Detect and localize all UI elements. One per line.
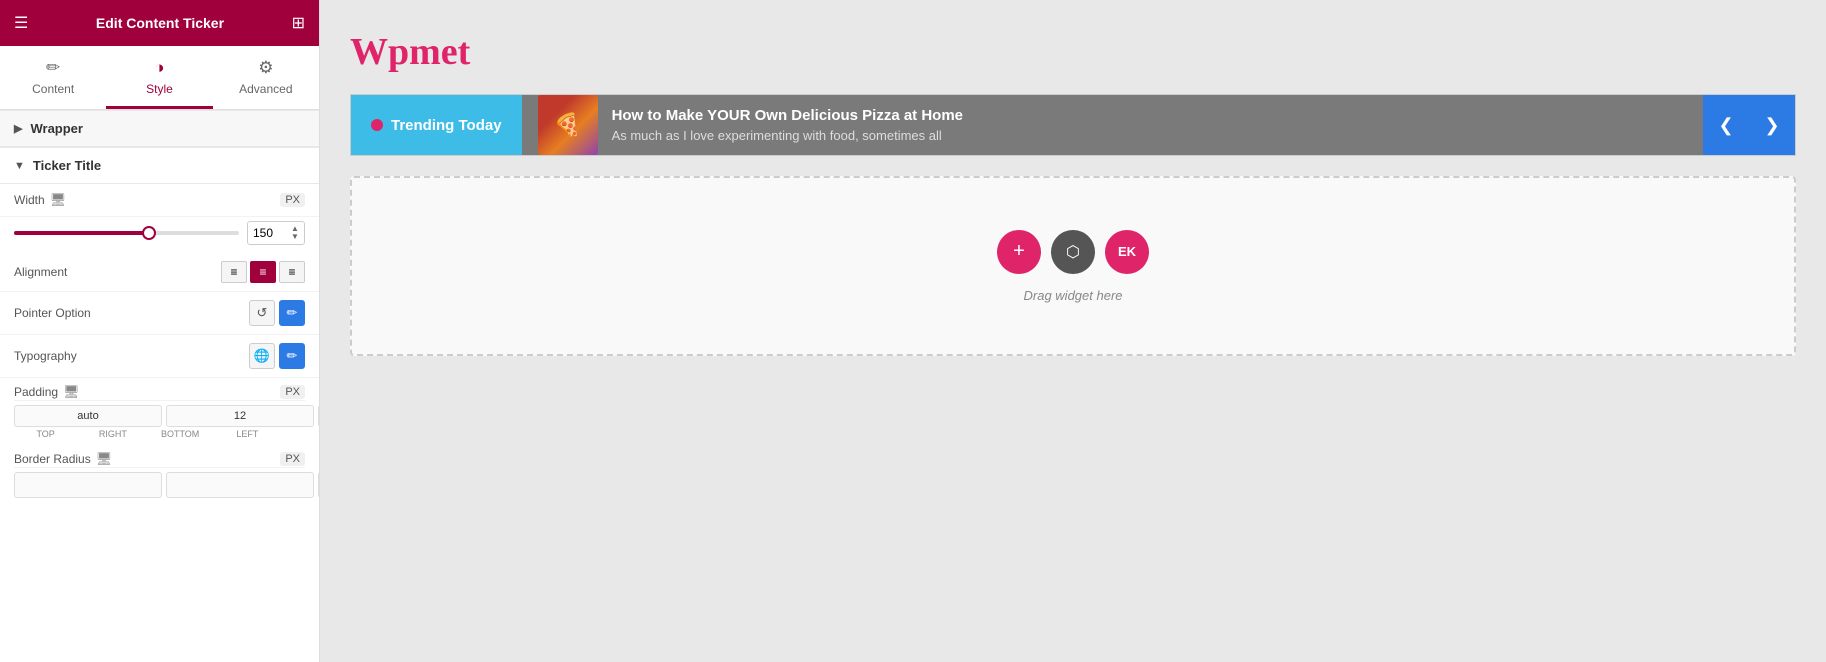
sidebar: ☰ Edit Content Ticker ⊞ ✏ Content ◑ Styl…: [0, 0, 320, 662]
width-label: Width: [14, 193, 45, 207]
padding-inputs: auto 12 auto 12 🔗: [14, 405, 305, 427]
width-number-input[interactable]: 150 ▲ ▼: [247, 221, 305, 245]
typography-buttons: 🌐 ✏: [249, 343, 305, 369]
padding-unit-badge[interactable]: PX: [280, 385, 305, 399]
wrapper-section-header[interactable]: ▶ Wrapper: [0, 110, 319, 147]
grid-icon[interactable]: ⊞: [292, 13, 305, 33]
sidebar-title: Edit Content Ticker: [96, 15, 224, 31]
tab-style-label: Style: [146, 82, 173, 96]
tab-style[interactable]: ◑ Style: [106, 46, 212, 109]
alignment-buttons: ≡ ≡ ≡: [221, 261, 305, 283]
brand-title: Wpmet: [350, 30, 1796, 74]
ticker-title-label: Ticker Title: [33, 158, 101, 173]
drop-zone-buttons: + ⬡ EK: [997, 230, 1149, 274]
canvas-area: Wpmet Trending Today 🍕 How to Make YOUR …: [320, 0, 1826, 662]
ticker-title-section-header[interactable]: ▼ Ticker Title: [0, 147, 319, 184]
align-left-button[interactable]: ≡: [221, 261, 247, 283]
alignment-control-row: Alignment ≡ ≡ ≡: [0, 253, 319, 292]
pointer-option-buttons: ↺ ✏: [249, 300, 305, 326]
ticker-subtext: As much as I love experimenting with foo…: [612, 128, 963, 143]
tab-advanced-label: Advanced: [239, 82, 292, 96]
main-content: Wpmet Trending Today 🍕 How to Make YOUR …: [320, 0, 1826, 662]
padding-monitor-icon: 🖥: [63, 384, 80, 400]
width-input-field[interactable]: 150: [253, 226, 289, 240]
slider-row: 150 ▲ ▼: [0, 217, 319, 253]
tab-content-label: Content: [32, 82, 74, 96]
padding-label: Padding: [14, 385, 58, 399]
border-radius-label: Border Radius: [14, 452, 91, 466]
padding-header: Padding 🖥 PX: [14, 384, 305, 401]
padding-left-label: LEFT: [216, 429, 279, 439]
border-top-left-input[interactable]: [14, 472, 162, 498]
ticker-text-area: How to Make YOUR Own Delicious Pizza at …: [612, 107, 963, 143]
border-bottom-right-input[interactable]: [318, 472, 319, 498]
ticker-nav: ❮ ❯: [1703, 95, 1795, 155]
padding-labels: TOP RIGHT BOTTOM LEFT: [14, 429, 305, 439]
width-slider-thumb[interactable]: [142, 226, 156, 240]
ticker-dot-icon: [371, 119, 383, 131]
ticker-title-chevron-icon: ▼: [14, 160, 25, 172]
padding-label-spacer: [283, 429, 305, 439]
wrapper-chevron-icon: ▶: [14, 122, 22, 135]
padding-right-label: RIGHT: [81, 429, 144, 439]
padding-top-input[interactable]: auto: [14, 405, 162, 427]
monitor-icon: 🖥: [50, 192, 67, 208]
ticker-headline: How to Make YOUR Own Delicious Pizza at …: [612, 107, 963, 124]
pointer-reset-button[interactable]: ↺: [249, 300, 275, 326]
drop-zone-text: Drag widget here: [1024, 288, 1123, 303]
tab-advanced[interactable]: ⚙ Advanced: [213, 46, 319, 109]
ticker-prev-button[interactable]: ❮: [1703, 95, 1749, 155]
ticker-thumb-image: 🍕: [538, 95, 598, 155]
pointer-option-row: Pointer Option ↺ ✏: [0, 292, 319, 335]
border-radius-inputs: 🔗: [14, 472, 305, 498]
padding-row: Padding 🖥 PX auto 12 auto 12 🔗 TOP RIGHT…: [0, 378, 319, 445]
ticker-label-area: Trending Today: [351, 95, 522, 155]
advanced-icon: ⚙: [258, 58, 273, 78]
typography-edit-button[interactable]: ✏: [279, 343, 305, 369]
padding-top-label: TOP: [14, 429, 77, 439]
sidebar-body: ▶ Wrapper ▼ Ticker Title Width 🖥 PX 150: [0, 110, 319, 662]
typography-label: Typography: [14, 349, 77, 363]
width-control-row: Width 🖥 PX: [0, 184, 319, 217]
width-arrows[interactable]: ▲ ▼: [291, 225, 299, 241]
align-right-button[interactable]: ≡: [279, 261, 305, 283]
alignment-label: Alignment: [14, 265, 67, 279]
ticker-next-button[interactable]: ❯: [1749, 95, 1795, 155]
border-unit-badge[interactable]: PX: [280, 452, 305, 466]
add-widget-button[interactable]: +: [997, 230, 1041, 274]
border-radius-header: Border Radius 🖥 PX: [14, 451, 305, 468]
hamburger-icon[interactable]: ☰: [14, 13, 28, 33]
pointer-option-label: Pointer Option: [14, 306, 91, 320]
ticker-thumbnail: 🍕: [538, 95, 598, 155]
border-radius-row: Border Radius 🖥 PX 🔗: [0, 445, 319, 504]
drop-zone: + ⬡ EK Drag widget here: [350, 176, 1796, 356]
content-icon: ✏: [46, 58, 60, 78]
ticker-content-area: 🍕 How to Make YOUR Own Delicious Pizza a…: [522, 95, 1703, 155]
width-unit-badge[interactable]: PX: [280, 193, 305, 207]
width-slider-track[interactable]: [14, 231, 239, 235]
border-top-right-input[interactable]: [166, 472, 314, 498]
sidebar-header: ☰ Edit Content Ticker ⊞: [0, 0, 319, 46]
typography-globe-button[interactable]: 🌐: [249, 343, 275, 369]
border-monitor-icon: 🖥: [96, 451, 113, 467]
padding-bottom-label: BOTTOM: [149, 429, 212, 439]
ticker-widget: Trending Today 🍕 How to Make YOUR Own De…: [350, 94, 1796, 156]
pointer-edit-button[interactable]: ✏: [279, 300, 305, 326]
folder-button[interactable]: ⬡: [1051, 230, 1095, 274]
align-center-button[interactable]: ≡: [250, 261, 276, 283]
ek-button[interactable]: EK: [1105, 230, 1149, 274]
ticker-label-text: Trending Today: [391, 117, 502, 134]
width-slider-fill: [14, 231, 149, 235]
style-icon: ◑: [154, 58, 164, 78]
padding-bottom-input[interactable]: auto: [318, 405, 319, 427]
sidebar-tabs: ✏ Content ◑ Style ⚙ Advanced: [0, 46, 319, 110]
typography-row: Typography 🌐 ✏: [0, 335, 319, 378]
padding-right-input[interactable]: 12: [166, 405, 314, 427]
tab-content[interactable]: ✏ Content: [0, 46, 106, 109]
wrapper-label: Wrapper: [30, 121, 83, 136]
